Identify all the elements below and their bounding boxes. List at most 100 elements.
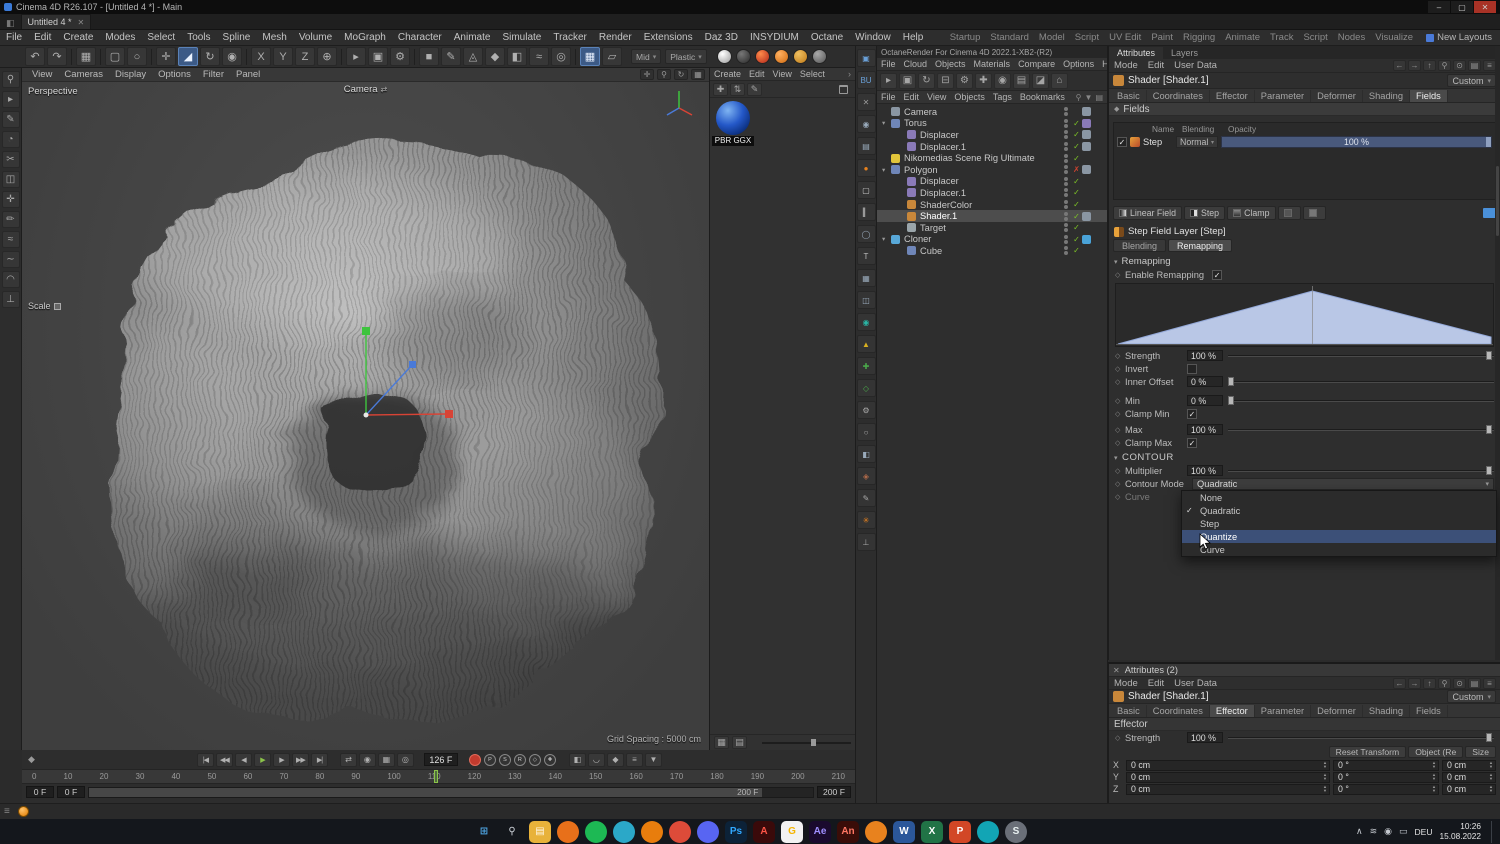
transport-play[interactable]: ▶ <box>253 752 271 767</box>
section-tab-coordinates[interactable]: Coordinates <box>1147 89 1210 102</box>
toolbar-sep2[interactable] <box>100 48 101 65</box>
octane-region[interactable]: ▢ <box>856 181 876 199</box>
menu-tracker[interactable]: Tracker <box>547 32 593 43</box>
octane-tool-restart[interactable]: ↻ <box>918 72 935 89</box>
om-menu-file[interactable]: File <box>877 92 900 102</box>
section-tab2-effector[interactable]: Effector <box>1209 704 1255 717</box>
enable-remapping-checkbox[interactable] <box>1212 269 1223 280</box>
section-tab-shading[interactable]: Shading <box>1363 89 1411 102</box>
taskbar-word[interactable]: W <box>893 820 915 843</box>
octane-half[interactable]: ◧ <box>856 445 876 463</box>
layer-tab-remapping[interactable]: Remapping <box>1168 239 1233 252</box>
viewport-menu-options[interactable]: Options <box>152 69 197 80</box>
layout-standard[interactable]: Standard <box>985 32 1034 43</box>
menu-window[interactable]: Window <box>849 32 897 43</box>
visibility-dots[interactable] <box>1061 223 1071 233</box>
octane-tool-render[interactable]: ▸ <box>880 72 897 89</box>
octane-tool-pause[interactable]: ▣ <box>899 72 916 89</box>
section-tab-basic[interactable]: Basic <box>1111 89 1147 102</box>
toolbar-sep3[interactable] <box>151 48 152 65</box>
material-menu-select[interactable]: Select <box>796 69 829 79</box>
octane-menu-compare[interactable]: Compare <box>1014 59 1059 69</box>
view-label[interactable]: Perspective <box>28 86 78 97</box>
octane-settings[interactable]: ⚙ <box>856 401 876 419</box>
material-menu-edit[interactable]: Edit <box>745 69 769 79</box>
menu-mograph[interactable]: MoGraph <box>338 32 392 43</box>
visibility-dots[interactable] <box>1061 118 1071 128</box>
tree-item-polygon[interactable]: ▾ Polygon ✗ <box>877 164 1107 176</box>
octane-tool-settings[interactable]: ⚙ <box>956 72 973 89</box>
new-layouts-button[interactable]: New Layouts <box>1418 32 1500 43</box>
visibility-dots[interactable] <box>1061 200 1071 210</box>
menu-spline[interactable]: Spline <box>217 32 257 43</box>
menu-item-step[interactable]: Step <box>1182 517 1496 530</box>
toolbar-primitive-cube[interactable]: ■ <box>419 47 439 66</box>
toolbar-rotate-tool[interactable]: ↻ <box>200 47 220 66</box>
remapping-curve-graph[interactable] <box>1115 283 1494 347</box>
tray-tray-network[interactable]: ≋ <box>1370 826 1378 837</box>
camera-label[interactable]: Camera ⇄ <box>344 84 388 95</box>
section-tab-deformer[interactable]: Deformer <box>1311 89 1363 102</box>
taskbar-edge[interactable] <box>613 820 635 843</box>
octane-octane-logo[interactable]: ● <box>856 159 876 177</box>
octane-menu-materials[interactable]: Materials <box>970 59 1015 69</box>
octane-tool-film[interactable]: ▤ <box>1013 72 1030 89</box>
nav-search[interactable]: ⚲ <box>1438 60 1451 71</box>
octane-close[interactable]: ✕ <box>856 93 876 111</box>
expand-toggle[interactable]: ▾ <box>882 166 891 174</box>
tree-item-displacer-1[interactable]: Displacer.1 ✓ <box>877 141 1107 153</box>
invert-checkbox[interactable] <box>1187 363 1197 374</box>
button-folder-layer[interactable] <box>1277 206 1301 220</box>
visibility-dots[interactable] <box>1061 188 1071 198</box>
taskbar-discord[interactable] <box>697 820 719 843</box>
warning-icon[interactable] <box>17 806 29 817</box>
section-tab-parameter[interactable]: Parameter <box>1255 89 1312 102</box>
effector-strength-slider[interactable] <box>1228 732 1494 743</box>
blending-dropdown[interactable]: Normal <box>1176 136 1218 148</box>
menu-item-quantize[interactable]: Quantize <box>1182 530 1496 543</box>
visibility-dots[interactable] <box>1061 176 1071 186</box>
octane-material[interactable]: ◈ <box>856 467 876 485</box>
clamp-max-checkbox[interactable] <box>1187 437 1197 448</box>
timeline-tool-marker[interactable]: ▼ <box>644 752 662 767</box>
scrollbar[interactable] <box>1495 46 1500 660</box>
taskbar-octane[interactable] <box>865 820 887 843</box>
octane-lens[interactable]: ◯ <box>856 225 876 243</box>
clock[interactable]: 10:26 15.08.2022 <box>1439 821 1481 842</box>
octane-pen[interactable]: ✎ <box>856 489 876 507</box>
field-row[interactable]: Step Normal 100 % <box>1114 135 1495 149</box>
taskbar-firefox[interactable] <box>557 820 579 843</box>
visibility-dots[interactable] <box>1061 234 1071 244</box>
toolbar-lock-z[interactable]: Z <box>295 47 315 66</box>
layout-startup[interactable]: Startup <box>945 32 986 43</box>
layout-model[interactable]: Model <box>1034 32 1070 43</box>
tray-tray-battery[interactable]: ▭ <box>1399 826 1408 837</box>
value-field[interactable]: 0 ° ▲ ▼ <box>1333 783 1439 795</box>
button-clamp-layer[interactable]: Clamp <box>1227 206 1276 220</box>
viewport-menu-display[interactable]: Display <box>109 69 152 80</box>
collapse-icon[interactable]: ◆ <box>1114 105 1119 113</box>
timeline-tool-key-interp[interactable]: ◆ <box>606 752 624 767</box>
menu-mesh[interactable]: Mesh <box>256 32 292 43</box>
enable-mark[interactable]: ✓ <box>1071 212 1082 221</box>
section-tab2-parameter[interactable]: Parameter <box>1255 704 1312 717</box>
tool-anchor[interactable]: ⊥ <box>1 291 20 308</box>
tag-icon[interactable] <box>1082 130 1091 140</box>
tree-item-camera[interactable]: Camera <box>877 106 1107 118</box>
minimize-button[interactable]: – <box>1428 1 1450 13</box>
menu-daz-3d[interactable]: Daz 3D <box>699 32 744 43</box>
layout-visualize[interactable]: Visualize <box>1370 32 1418 43</box>
enable-mark[interactable]: ✓ <box>1071 119 1082 128</box>
section-tab-effector[interactable]: Effector <box>1210 89 1255 102</box>
menu-simulate[interactable]: Simulate <box>496 32 547 43</box>
toolbar-last-tool[interactable]: ◉ <box>222 47 242 66</box>
timeline-tool-selection-filter[interactable]: ◧ <box>568 752 586 767</box>
nav2-menu[interactable]: ≡ <box>1483 677 1496 689</box>
inner-offset-value[interactable]: 0 % <box>1187 376 1223 387</box>
layout-paint[interactable]: Paint <box>1146 32 1178 43</box>
tool-smooth[interactable]: ≈ <box>1 231 20 248</box>
tool-brush[interactable]: ✏ <box>1 211 20 228</box>
tray-tray-volume[interactable]: ◉ <box>1384 826 1392 837</box>
tag-icon[interactable] <box>1082 165 1091 175</box>
visibility-dots[interactable] <box>1061 211 1071 221</box>
